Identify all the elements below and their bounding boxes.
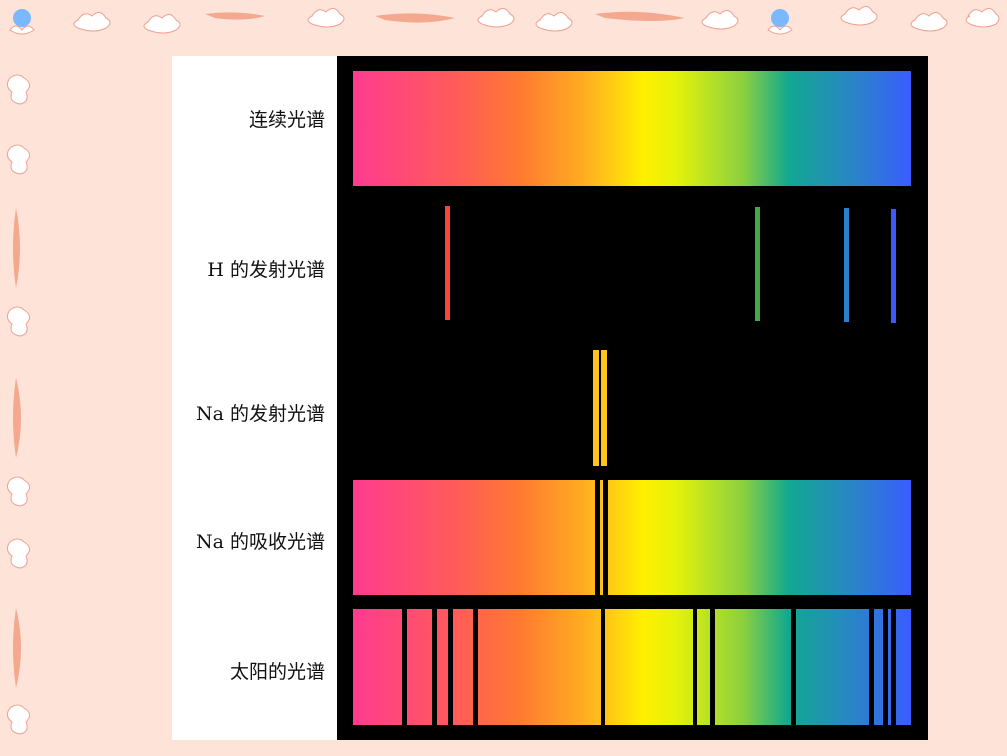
label-h-emission-spectrum: H 的发射光谱 <box>207 259 325 281</box>
h-emission-line-blue <box>844 208 850 322</box>
h-emission-line-green <box>754 207 760 321</box>
solar-spectrum-strip <box>353 609 911 725</box>
cloud-icon <box>477 8 515 28</box>
label-na-emission-spectrum: Na 的发射光谱 <box>196 403 325 425</box>
solar-absorption-line <box>601 609 606 725</box>
cloud-icon <box>840 6 878 26</box>
squiggle-decoration <box>375 13 455 23</box>
solar-absorption-line <box>710 609 716 725</box>
continuous-spectrum-strip <box>353 71 911 186</box>
solar-absorption-line <box>432 609 438 725</box>
solar-absorption-line <box>883 609 889 725</box>
squiggle-decoration <box>13 378 21 458</box>
solar-absorption-line <box>869 609 875 725</box>
cloud-icon <box>6 74 30 105</box>
cloud-icon <box>6 476 30 507</box>
na-absorption-strip <box>353 480 911 595</box>
cloud-icon <box>535 12 573 32</box>
solar-absorption-line <box>693 609 698 725</box>
solar-absorption-line <box>791 609 797 725</box>
h-emission-line-violet <box>891 209 897 323</box>
decorative-border-top <box>9 6 1000 35</box>
label-solar-spectrum: 太阳的光谱 <box>229 661 325 683</box>
cloud-icon <box>965 8 1000 28</box>
solar-absorption-line <box>472 609 478 725</box>
na-absorption-line-d2 <box>603 480 609 595</box>
cloud-icon <box>6 704 30 735</box>
squiggle-decoration <box>595 11 685 21</box>
sun-icon <box>767 9 793 35</box>
squiggle-decoration <box>205 12 265 20</box>
solar-absorption-line <box>891 609 897 725</box>
solar-absorption-line <box>447 609 453 725</box>
na-emission-line-d1 <box>592 350 599 466</box>
h-emission-line-red <box>445 206 451 320</box>
label-panel: 连续光谱 H 的发射光谱 Na 的发射光谱 Na 的吸收光谱 太阳的光谱 <box>172 56 337 740</box>
spectra-diagram: 连续光谱 H 的发射光谱 Na 的发射光谱 Na 的吸收光谱 太阳的光谱 <box>172 56 928 740</box>
na-emission-line-d2 <box>601 350 608 466</box>
cloud-icon <box>307 8 345 28</box>
sun-icon <box>9 9 35 35</box>
cloud-icon <box>73 12 111 32</box>
label-continuous-spectrum: 连续光谱 <box>248 109 325 131</box>
h-emission-strip <box>353 204 911 324</box>
squiggle-decoration <box>13 208 20 288</box>
cloud-icon <box>6 538 30 569</box>
cloud-icon <box>6 306 30 337</box>
cloud-icon <box>6 144 30 175</box>
label-na-absorption-spectrum: Na 的吸收光谱 <box>196 531 325 553</box>
cloud-icon <box>143 14 181 34</box>
cloud-icon <box>701 10 739 30</box>
decorative-border-left <box>6 74 30 735</box>
cloud-icon <box>910 12 948 32</box>
squiggle-decoration <box>13 608 21 688</box>
na-emission-strip <box>353 350 911 466</box>
solar-absorption-line <box>401 609 407 725</box>
na-absorption-line-d1 <box>594 480 600 595</box>
spectra-panel <box>337 56 928 740</box>
